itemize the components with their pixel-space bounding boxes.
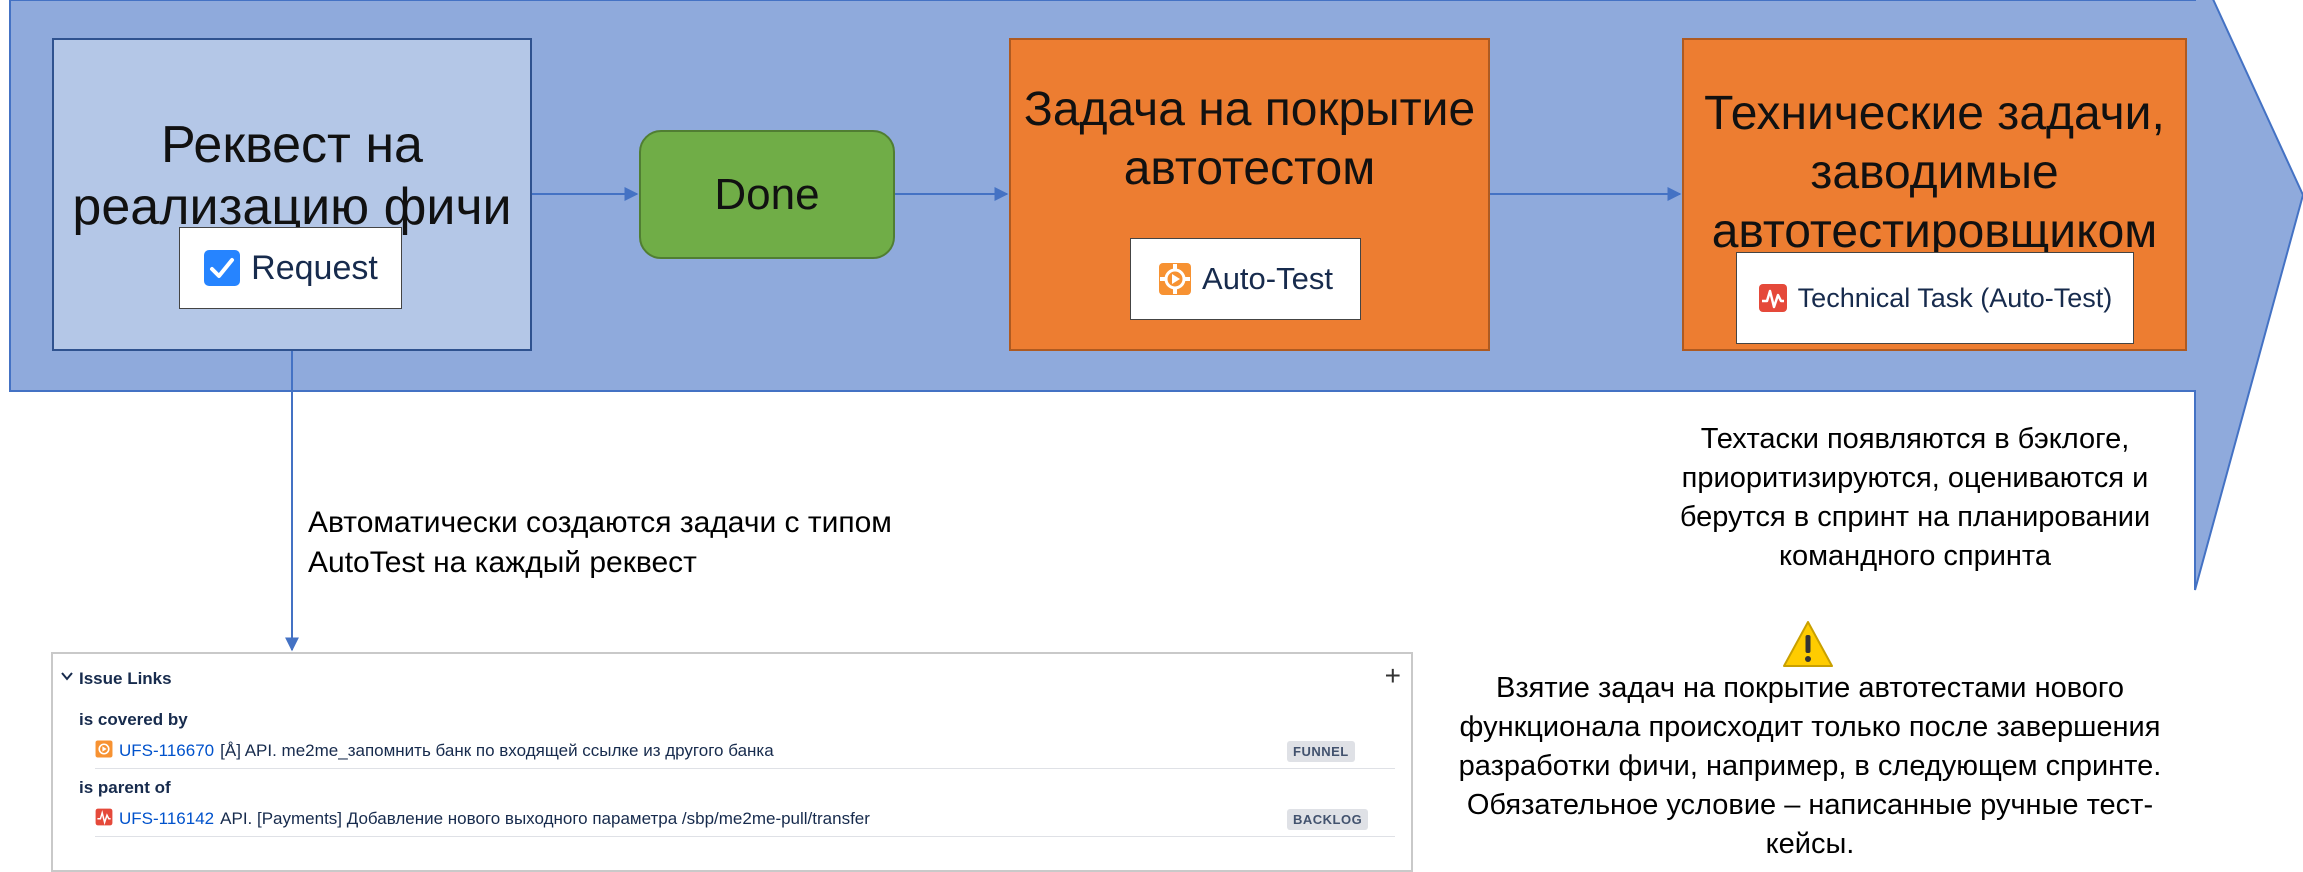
techtask-chip-label: Technical Task (Auto-Test)	[1797, 282, 2113, 313]
link-row[interactable]: UFS-116670 [Å] API. me2me_запомнить банк…	[95, 734, 1395, 769]
status-badge: BACKLOG	[1287, 808, 1369, 830]
link-relation-label: is parent of	[79, 778, 171, 797]
add-link-button[interactable]: +	[1385, 660, 1401, 692]
done-box-title: Done	[714, 169, 820, 219]
link-relation-label: is covered by	[79, 710, 188, 729]
backlog-note: Техтаски появляются в бэклоге, приоритиз…	[1679, 423, 2151, 572]
request-box-title: Реквест на реализацию фичи	[72, 116, 512, 236]
autotest-chip-label: Auto-Test	[1202, 261, 1333, 296]
autotest-issue-type-chip: Auto-Test	[1130, 238, 1361, 320]
warning-icon	[1782, 620, 1834, 673]
chevron-down-icon	[59, 668, 75, 689]
request-chip-label: Request	[251, 248, 378, 287]
status-badge: FUNNEL	[1287, 740, 1355, 762]
done-box: Done	[639, 130, 895, 259]
issue-summary: API. [Payments] Добавление нового выходн…	[220, 809, 870, 828]
issue-links-title: Issue Links	[79, 668, 172, 688]
auto-create-note: Автоматически создаются задачи с типом A…	[308, 506, 892, 579]
request-issue-type-chip: Request	[179, 227, 402, 309]
issue-key-link[interactable]: UFS-116670	[119, 741, 214, 761]
warning-note: Взятие задач на покрытие автотестами нов…	[1458, 672, 2162, 860]
pulse-icon	[1758, 283, 1788, 313]
pulse-icon	[95, 808, 113, 831]
autotest-icon	[95, 740, 113, 763]
techtask-box-title: Технические задачи, заводимые автотестир…	[1704, 87, 2165, 258]
issue-key-link[interactable]: UFS-116142	[119, 809, 214, 829]
link-row[interactable]: UFS-116142 API. [Payments] Добавление но…	[95, 802, 1395, 837]
checkbox-icon	[203, 249, 241, 287]
issue-links-header[interactable]: Issue Links	[59, 668, 172, 689]
issue-links-panel: Issue Links + is covered by UFS-116670 […	[51, 652, 1413, 872]
autotest-box-title: Задача на покрытие автотестом	[1023, 83, 1476, 195]
techtask-issue-type-chip: Technical Task (Auto-Test)	[1736, 252, 2134, 344]
autotest-icon	[1158, 262, 1192, 296]
issue-summary: [Å] API. me2me_запомнить банк по входяще…	[220, 741, 774, 760]
